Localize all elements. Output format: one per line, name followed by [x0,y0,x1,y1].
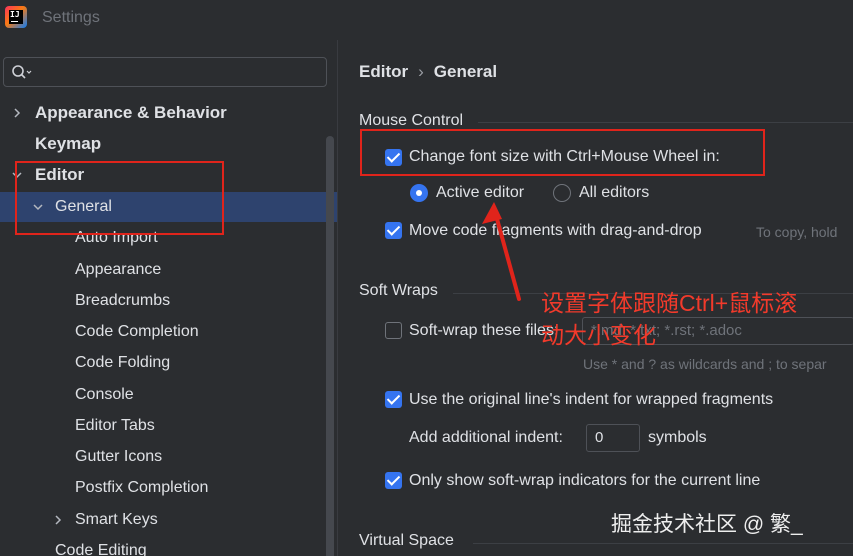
drag-drop-label: Move code fragments with drag-and-drop [409,222,702,239]
additional-indent-input[interactable]: 0 [586,424,640,452]
search-icon [12,65,32,79]
only-current-line-checkbox[interactable] [385,472,402,489]
drag-drop-checkbox[interactable] [385,222,402,239]
original-indent-checkbox[interactable] [385,391,402,408]
soft-wrap-files-checkbox[interactable] [385,322,402,339]
all-editors-radio[interactable] [553,184,571,202]
tree-item-editor-tabs[interactable]: Editor Tabs [0,411,337,441]
chevron-right-icon[interactable] [52,514,64,526]
tree-item-smart-keys[interactable]: Smart Keys [0,505,337,535]
section-title-mouse-control: Mouse Control [359,112,464,129]
font-size-wheel-label: Change font size with Ctrl+Mouse Wheel i… [409,148,720,165]
breadcrumb-separator: › [418,62,424,81]
tree-item-console[interactable]: Console [0,380,337,410]
tree-item-appearance[interactable]: Appearance [0,255,337,285]
tree-item-code-editing[interactable]: Code Editing [0,536,337,556]
tree-item-keymap[interactable]: Keymap [0,129,337,159]
settings-sidebar: Appearance & Behavior Keymap Editor Gene… [0,40,337,556]
additional-indent-unit: symbols [648,429,707,446]
section-title-soft-wraps: Soft Wraps [359,282,438,299]
chevron-right-icon[interactable] [11,107,23,119]
active-editor-radio[interactable] [410,184,428,202]
tree-item-editor[interactable]: Editor [0,160,337,190]
tree-item-general[interactable]: General [0,192,337,222]
sidebar-scrollbar[interactable] [326,136,334,556]
tree-item-appearance-behavior[interactable]: Appearance & Behavior [0,98,337,128]
window-title: Settings [42,9,100,26]
drag-drop-hint: To copy, hold [756,224,838,240]
settings-search-input[interactable] [3,57,327,87]
annotation-text-line1: 设置字体跟随Ctrl+鼠标滚 [541,290,798,316]
section-divider [478,122,853,123]
breadcrumb-parent[interactable]: Editor [359,62,408,81]
font-size-wheel-checkbox[interactable] [385,149,402,166]
tree-item-postfix-completion[interactable]: Postfix Completion [0,473,337,503]
watermark: 掘金技术社区 @ 繁_ [611,513,803,536]
title-bar: IJ Settings [0,0,853,40]
breadcrumb-current: General [433,62,498,81]
active-editor-label: Active editor [436,184,525,201]
breadcrumb: Editor › General [359,62,497,82]
tree-item-breadcrumbs[interactable]: Breadcrumbs [0,286,337,316]
tree-item-code-folding[interactable]: Code Folding [0,348,337,378]
tree-item-code-completion[interactable]: Code Completion [0,317,337,347]
original-indent-label: Use the original line's indent for wrapp… [409,391,774,408]
chevron-down-icon[interactable] [32,201,44,213]
section-divider [473,543,853,544]
wildcard-hint: Use * and ? as wildcards and ; to separ [583,356,827,372]
intellij-logo-icon: IJ [5,6,27,28]
section-title-virtual-space: Virtual Space [359,532,454,549]
tree-item-auto-import[interactable]: Auto Import [0,223,337,253]
all-editors-label: All editors [579,184,650,201]
additional-indent-label: Add additional indent: [409,429,563,446]
annotation-text-line2: 动大小变化 [541,322,656,348]
tree-item-gutter-icons[interactable]: Gutter Icons [0,442,337,472]
only-current-line-label: Only show soft-wrap indicators for the c… [409,472,761,489]
chevron-down-icon[interactable] [11,169,23,181]
soft-wrap-files-label: Soft-wrap these files: [409,322,559,339]
